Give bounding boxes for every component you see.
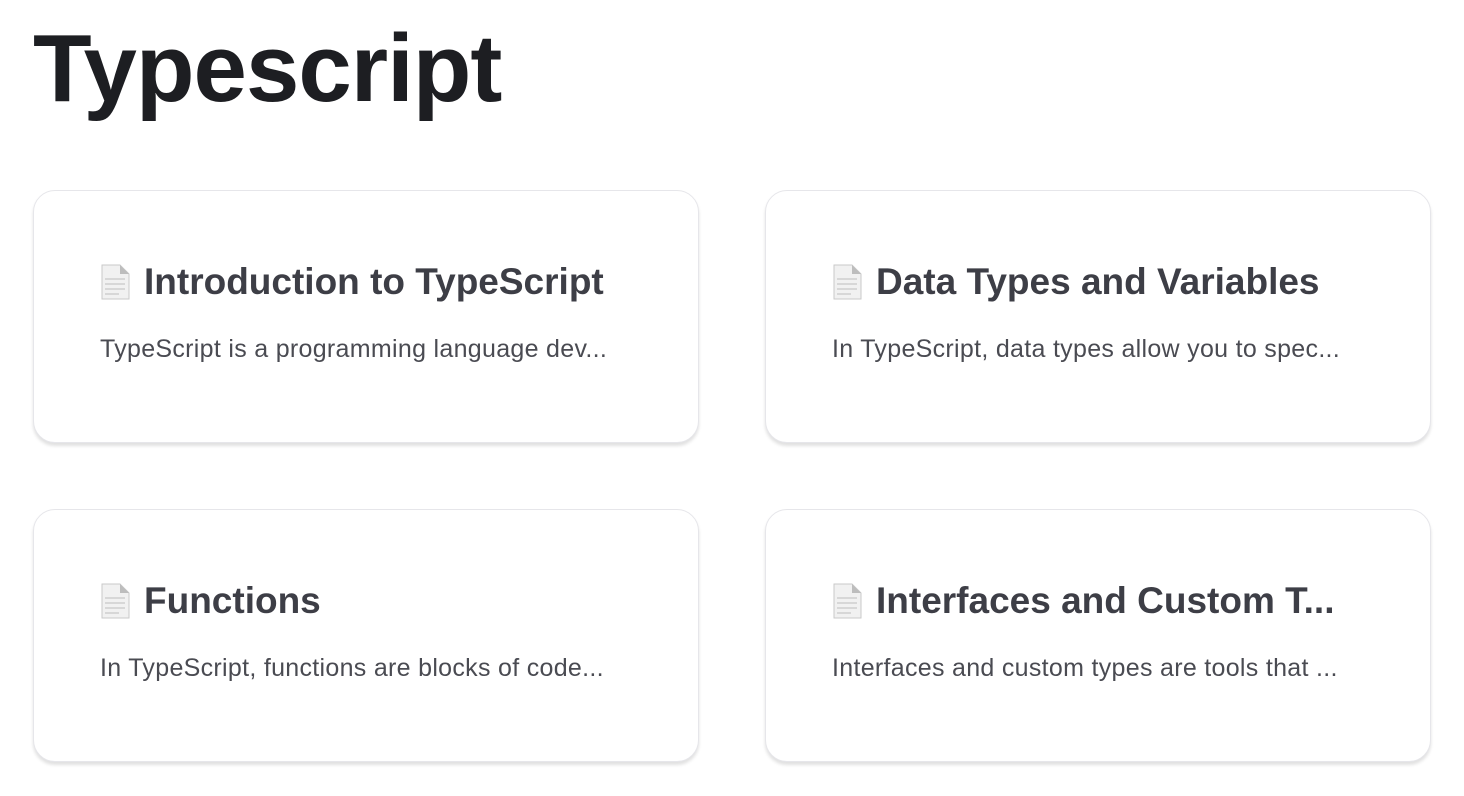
card-description: Interfaces and custom types are tools th… <box>832 654 1338 682</box>
document-icon <box>101 583 130 619</box>
card-introduction[interactable]: Introduction to TypeScript TypeScript is… <box>33 190 699 443</box>
card-functions[interactable]: Functions In TypeScript, functions are b… <box>33 509 699 762</box>
card-title-row: Introduction to TypeScript <box>100 257 634 307</box>
card-title: Interfaces and Custom T... <box>876 580 1335 621</box>
document-icon <box>101 264 130 300</box>
page-title: Typescript <box>33 15 502 122</box>
card-description: TypeScript is a programming language dev… <box>100 335 608 363</box>
card-title: Functions <box>144 580 321 621</box>
card-title: Data Types and Variables <box>876 261 1320 302</box>
card-title: Introduction to TypeScript <box>144 261 604 302</box>
document-icon <box>833 264 862 300</box>
card-interfaces[interactable]: Interfaces and Custom T... Interfaces an… <box>765 509 1431 762</box>
card-grid: Introduction to TypeScript TypeScript is… <box>33 190 1431 762</box>
card-data-types[interactable]: Data Types and Variables In TypeScript, … <box>765 190 1431 443</box>
card-title-row: Data Types and Variables <box>832 257 1366 307</box>
card-description: In TypeScript, data types allow you to s… <box>832 335 1341 363</box>
document-icon <box>833 583 862 619</box>
card-description: In TypeScript, functions are blocks of c… <box>100 654 604 682</box>
card-title-row: Functions <box>100 576 634 626</box>
card-title-row: Interfaces and Custom T... <box>832 576 1366 626</box>
